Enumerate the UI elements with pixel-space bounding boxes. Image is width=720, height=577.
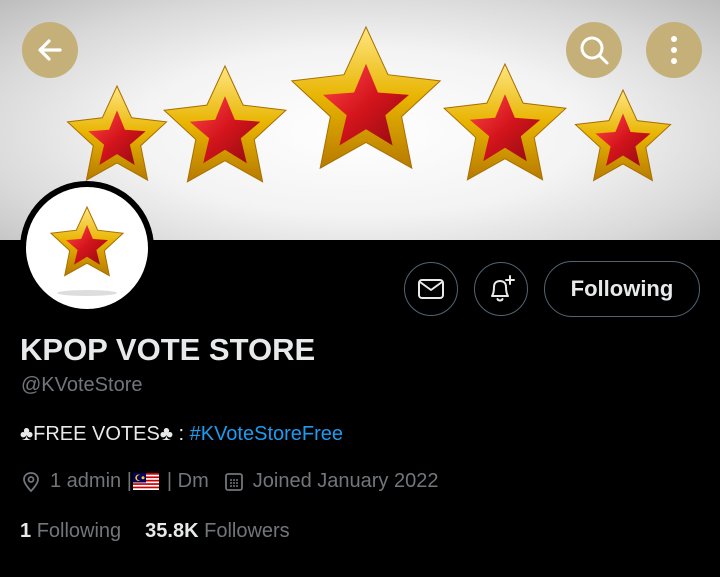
message-button[interactable] <box>404 262 458 316</box>
search-button[interactable] <box>566 22 622 78</box>
profile-stats: 1 Following 35.8K Followers <box>20 520 290 543</box>
bell-plus-icon <box>491 275 515 302</box>
profile-meta: 1 admin | | Dm Joined January 2022 <box>20 470 438 493</box>
following-stat-link[interactable]: 1 Following <box>20 520 121 542</box>
followers-count: 35.8K <box>145 520 199 542</box>
location-pin-icon <box>23 471 39 492</box>
star-logo-icon <box>49 205 125 296</box>
location-text-start: 1 admin | <box>50 470 132 492</box>
profile-bio: ♣FREE VOTES♣ : #KVoteStoreFree <box>20 423 343 446</box>
joined-date: Joined January 2022 <box>252 470 439 492</box>
more-options-button[interactable] <box>646 22 702 78</box>
profile-name: KPOP VOTE STORE <box>20 332 316 367</box>
mail-icon <box>418 279 444 299</box>
search-icon <box>580 36 609 65</box>
more-vertical-icon <box>671 36 677 64</box>
avatar-image <box>26 187 148 309</box>
following-count: 1 <box>20 520 32 542</box>
followers-stat-link[interactable]: 35.8K Followers <box>145 520 290 542</box>
following-button[interactable]: Following <box>544 261 700 317</box>
avatar-star <box>49 205 125 277</box>
profile-handle: @KVoteStore <box>21 374 143 396</box>
banner-star-2 <box>162 64 288 183</box>
bio-text: ♣FREE VOTES♣ : <box>20 423 190 445</box>
arrow-left-icon <box>38 39 62 61</box>
calendar-icon <box>224 472 243 491</box>
banner-star-5 <box>574 88 672 182</box>
banner-star-1 <box>66 84 168 182</box>
bio-hashtag-link[interactable]: #KVoteStoreFree <box>190 423 343 445</box>
followers-label: Followers <box>204 520 290 542</box>
avatar[interactable] <box>20 181 154 315</box>
following-label: Following <box>36 520 122 542</box>
banner-star-3 <box>290 25 442 170</box>
back-button[interactable] <box>22 22 78 78</box>
banner-star-4 <box>442 62 568 181</box>
malaysia-flag-icon <box>132 473 159 490</box>
location-text-end: | Dm <box>166 470 209 492</box>
notifications-button[interactable] <box>474 262 528 316</box>
